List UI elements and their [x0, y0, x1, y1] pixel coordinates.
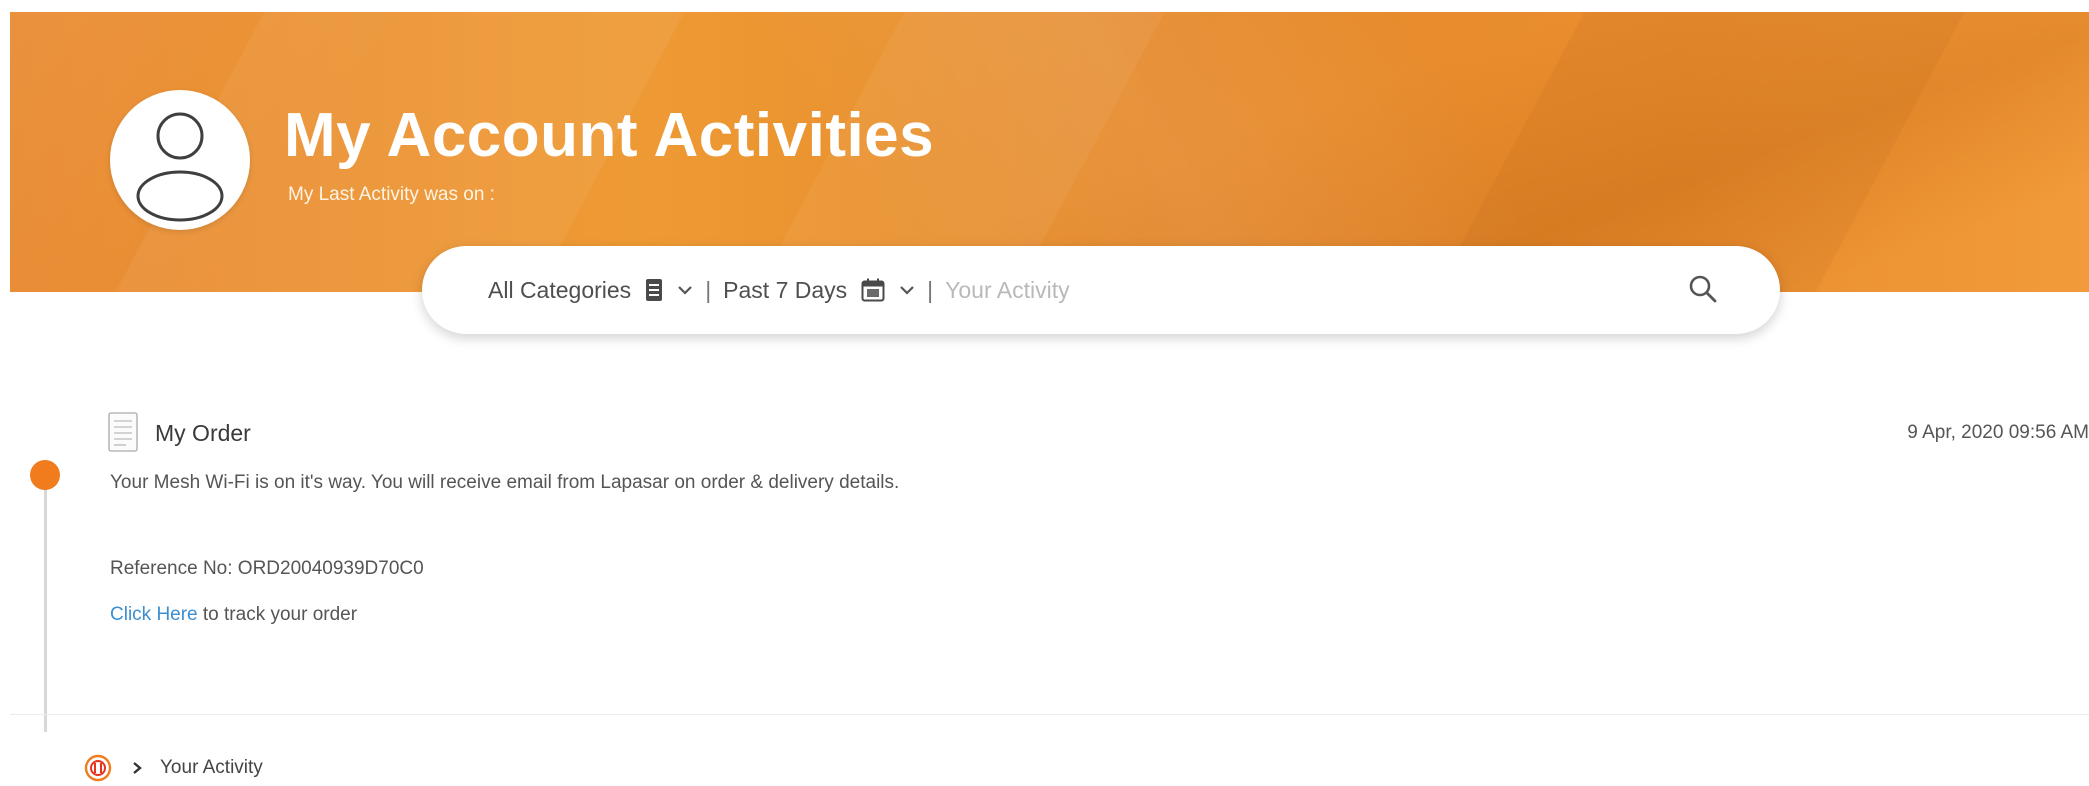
search-icon[interactable]: [1686, 272, 1720, 306]
chevron-right-icon: [132, 761, 142, 775]
calendar-icon: [861, 278, 885, 302]
reference-number: Reference No: ORD20040939D70C0: [110, 558, 424, 579]
breadcrumb-current: Your Activity: [160, 757, 263, 778]
user-icon: [136, 112, 224, 222]
home-logo-icon[interactable]: [84, 754, 112, 782]
breadcrumb: Your Activity: [84, 754, 263, 782]
chevron-down-icon: [899, 285, 915, 295]
activity-title: My Order: [155, 420, 251, 446]
last-activity-label: My Last Activity was on :: [288, 184, 495, 205]
timeline-dot: [30, 460, 60, 490]
activity-search-bar: All Categories | Past 7 Days | Your Acti…: [422, 246, 1780, 334]
activity-description: Your Mesh Wi-Fi is on it's way. You will…: [110, 472, 900, 493]
period-label: Past 7 Days: [723, 276, 848, 303]
separator: |: [705, 276, 712, 303]
page-title: My Account Activities: [284, 101, 935, 170]
avatar: [110, 90, 250, 230]
separator: |: [927, 276, 934, 303]
track-order-suffix: to track your order: [197, 604, 358, 625]
account-activities-page: My Account Activities My Last Activity w…: [0, 0, 2089, 786]
category-label: All Categories: [488, 276, 632, 303]
timeline-line: [44, 476, 47, 732]
track-order-text: Click Here to track your order: [110, 604, 357, 626]
search-input[interactable]: Your Activity: [945, 277, 1069, 304]
document-icon: [645, 278, 663, 302]
category-dropdown[interactable]: All Categories: [488, 277, 693, 304]
divider: [10, 714, 2089, 715]
chevron-down-icon: [677, 285, 693, 295]
track-order-link[interactable]: Click Here: [110, 604, 198, 625]
activity-datetime: 9 Apr, 2020 09:56 AM: [1907, 422, 2089, 443]
period-dropdown[interactable]: Past 7 Days: [723, 277, 915, 304]
order-document-icon: [108, 412, 138, 457]
